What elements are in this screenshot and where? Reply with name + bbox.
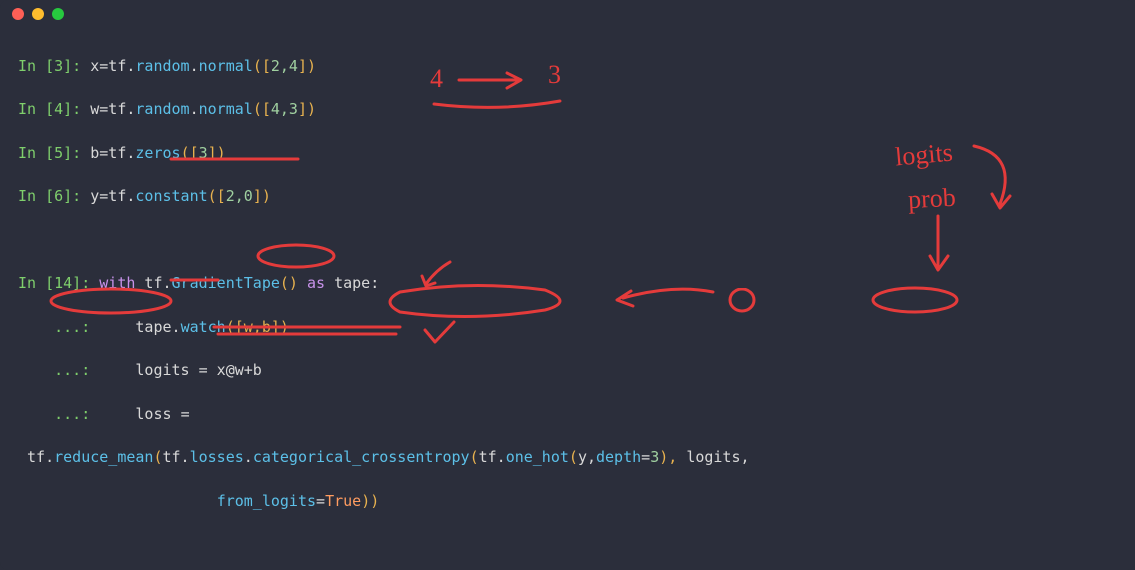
- code-line: ...: tape.watch([w,b]): [18, 317, 1117, 339]
- repl-prompt: In [3]:: [18, 57, 90, 75]
- code-line: from_logits=True)): [18, 491, 1117, 513]
- window-titlebar: [0, 0, 1135, 28]
- code-line: In [6]: y=tf.constant([2,0]): [18, 186, 1117, 208]
- code-line: ...: logits = x@w+b: [18, 360, 1117, 382]
- code-line: ...: loss =: [18, 404, 1117, 426]
- code-line: tf.reduce_mean(tf.losses.categorical_cro…: [18, 447, 1117, 469]
- code-line: In [3]: x=tf.random.normal([2,4]): [18, 56, 1117, 78]
- code-line: In [4]: w=tf.random.normal([4,3]): [18, 99, 1117, 121]
- maximize-button[interactable]: [52, 8, 64, 20]
- close-button[interactable]: [12, 8, 24, 20]
- minimize-button[interactable]: [32, 8, 44, 20]
- terminal-window: In [3]: x=tf.random.normal([2,4]) In [4]…: [0, 0, 1135, 570]
- terminal-content[interactable]: In [3]: x=tf.random.normal([2,4]) In [4]…: [0, 28, 1135, 570]
- code-line: In [14]: with tf.GradientTape() as tape:: [18, 273, 1117, 295]
- code-line: In [5]: b=tf.zeros([3]): [18, 143, 1117, 165]
